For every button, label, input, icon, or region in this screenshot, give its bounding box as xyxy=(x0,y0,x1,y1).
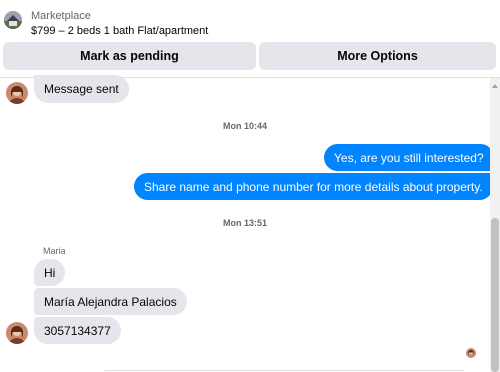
message-bubble-incoming: Hi xyxy=(34,259,66,286)
message-bubble-incoming: Message sent xyxy=(34,75,129,103)
sender-name: Maria xyxy=(43,246,66,256)
mark-as-pending-button[interactable]: Mark as pending xyxy=(3,42,256,70)
house-thumbnail-icon[interactable] xyxy=(4,11,22,29)
maria-avatar[interactable] xyxy=(6,322,28,344)
message-thread[interactable]: Message sent Mon 10:44 Yes, are you stil… xyxy=(0,75,494,372)
timestamp: Mon 10:44 xyxy=(222,121,267,131)
message-bubble-outgoing: Yes, are you still interested? xyxy=(324,144,494,171)
message-bubble-outgoing: Share name and phone number for more det… xyxy=(134,173,493,200)
marketplace-label: Marketplace xyxy=(31,10,91,22)
maria-avatar[interactable] xyxy=(6,82,28,104)
listing-header: Marketplace $799 – 2 beds 1 bath Flat/ap… xyxy=(0,0,500,78)
thread-scrollbar[interactable] xyxy=(490,78,500,372)
scrollbar-thumb[interactable] xyxy=(491,218,499,372)
composer-divider xyxy=(105,370,465,371)
message-bubble-incoming: María Alejandra Palacios xyxy=(34,288,187,315)
listing-title[interactable]: $799 – 2 beds 1 bath Flat/apartment xyxy=(31,25,208,37)
more-options-button[interactable]: More Options xyxy=(259,42,496,70)
seen-avatar-icon xyxy=(466,348,476,358)
timestamp: Mon 13:51 xyxy=(222,218,267,228)
message-bubble-incoming: 3057134377 xyxy=(34,317,121,344)
scroll-up-icon[interactable] xyxy=(492,84,498,88)
